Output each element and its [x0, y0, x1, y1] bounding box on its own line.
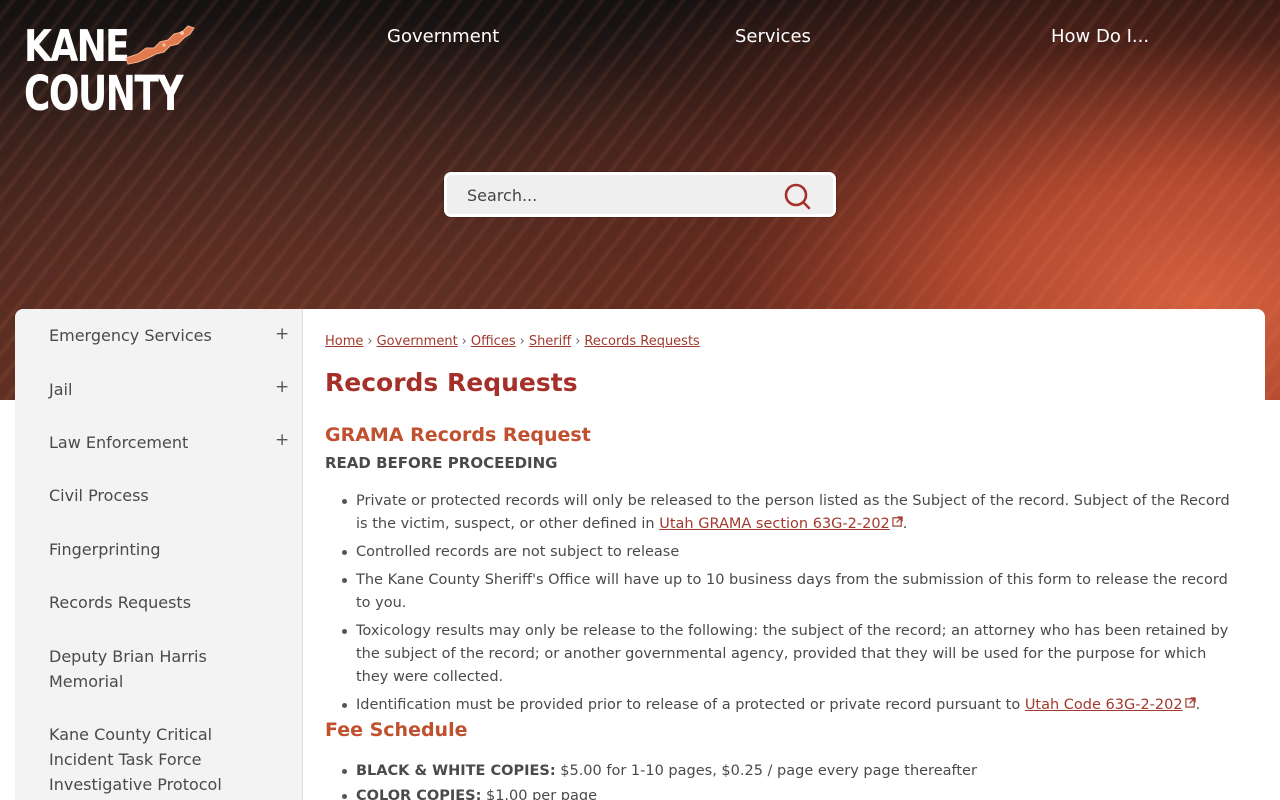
list-item: Toxicology results may only be release t… [342, 620, 1236, 689]
fee-schedule-list: BLACK & WHITE COPIES: $5.00 for 1-10 pag… [342, 760, 1236, 800]
expand-jail-button[interactable]: + [275, 377, 289, 397]
county-map-icon [125, 25, 195, 65]
read-before-notice: READ BEFORE PROCEEDING [325, 454, 558, 472]
list-item: Controlled records are not subject to re… [342, 541, 1236, 564]
nav-government[interactable]: Government [387, 24, 499, 50]
breadcrumb-offices[interactable]: Offices [471, 334, 516, 349]
sidebar-item-deputy-brian-harris-memorial[interactable]: Deputy Brian Harris Memorial [49, 644, 219, 694]
sidebar-item-records-requests[interactable]: Records Requests [49, 590, 279, 615]
breadcrumb-records-requests[interactable]: Records Requests [584, 334, 699, 349]
list-item: Private or protected records will only b… [342, 490, 1236, 536]
nav-services[interactable]: Services [735, 24, 811, 50]
sidebar-item-critical-incident-task-force[interactable]: Kane County Critical Incident Task Force… [49, 722, 229, 797]
grama-rules-list: Private or protected records will only b… [342, 490, 1236, 717]
list-item: BLACK & WHITE COPIES: $5.00 for 1-10 pag… [342, 760, 1236, 783]
fee-schedule-heading: Fee Schedule [325, 719, 468, 741]
sidebar-item-jail[interactable]: Jail [49, 377, 279, 402]
breadcrumb-separator: › [367, 334, 373, 349]
search-icon [784, 183, 811, 210]
breadcrumb-government[interactable]: Government [377, 334, 458, 349]
kane-county-logo[interactable]: KANE COUNTY [24, 24, 204, 120]
breadcrumb-separator: › [575, 334, 581, 349]
grama-heading: GRAMA Records Request [325, 424, 591, 446]
expand-law-enforcement-button[interactable]: + [275, 430, 289, 450]
sidebar-item-emergency-services[interactable]: Emergency Services [49, 323, 279, 348]
sidebar: Emergency Services + Jail + Law Enforcem… [15, 309, 303, 800]
sidebar-item-fingerprinting[interactable]: Fingerprinting [49, 537, 279, 562]
list-item: The Kane County Sheriff's Office will ha… [342, 569, 1236, 615]
main-content: Home › Government › Offices › Sheriff › Records … [303, 309, 1265, 800]
breadcrumb: Home › Government › Offices › Sheriff › Records … [325, 333, 700, 351]
utah-grama-section-link[interactable]: Utah GRAMA section 63G-2-202 [659, 516, 903, 532]
external-link-icon [1184, 697, 1196, 708]
list-item: Identification must be provided prior to… [342, 694, 1236, 717]
breadcrumb-home[interactable]: Home [325, 334, 363, 349]
breadcrumb-separator: › [461, 334, 467, 349]
list-item: COLOR COPIES: $1.00 per page [342, 785, 1236, 800]
sidebar-item-law-enforcement[interactable]: Law Enforcement [49, 430, 279, 455]
breadcrumb-sheriff[interactable]: Sheriff [529, 334, 571, 349]
nav-how-do-i[interactable]: How Do I... [1051, 24, 1149, 50]
logo-line-2: COUNTY [24, 66, 184, 122]
sidebar-item-civil-process[interactable]: Civil Process [49, 483, 279, 508]
search-input[interactable] [467, 183, 767, 207]
utah-code-link[interactable]: Utah Code 63G-2-202 [1025, 697, 1196, 713]
external-link-icon [892, 516, 903, 527]
breadcrumb-separator: › [519, 334, 525, 349]
logo-line-1: KANE [24, 21, 130, 72]
expand-emergency-services-button[interactable]: + [275, 324, 289, 344]
search-button[interactable] [783, 181, 813, 211]
page-title: Records Requests [325, 368, 578, 397]
search-bar [444, 172, 836, 217]
